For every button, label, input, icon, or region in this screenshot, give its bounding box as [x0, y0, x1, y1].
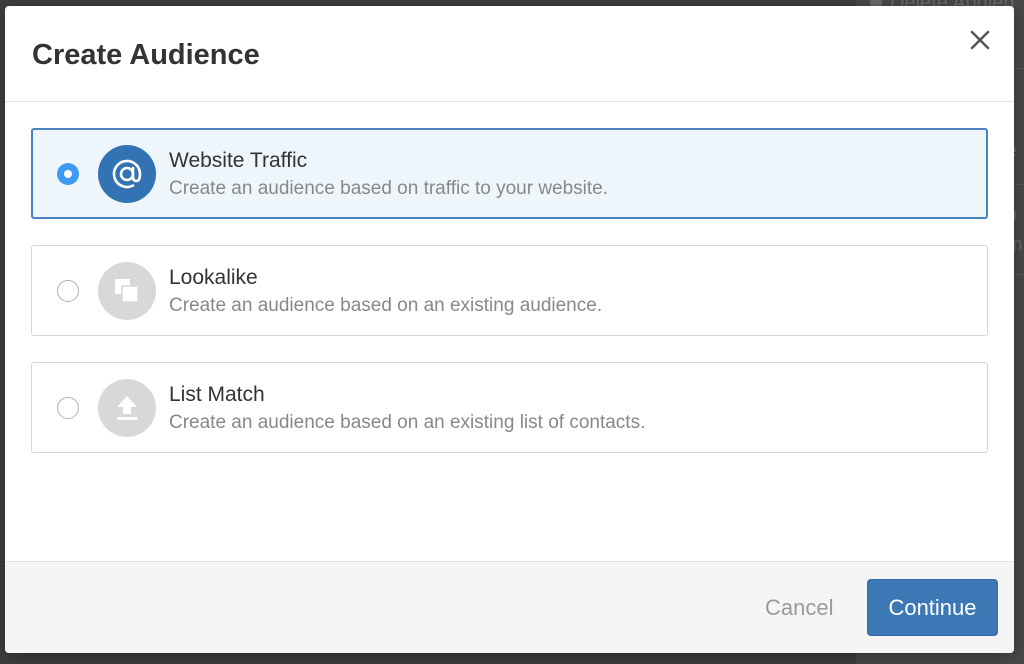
modal-header: Create Audience [5, 6, 1014, 102]
radio-lookalike[interactable] [57, 280, 79, 302]
option-list-match[interactable]: List Match Create an audience based on a… [31, 362, 988, 453]
create-audience-modal: Create Audience Website Traffic Create a… [5, 6, 1014, 653]
close-icon [970, 30, 990, 50]
option-description: Create an audience based on traffic to y… [169, 178, 609, 199]
option-website-traffic[interactable]: Website Traffic Create an audience based… [31, 128, 988, 219]
close-button[interactable] [968, 28, 992, 52]
overlapping-squares-icon [98, 262, 156, 320]
cancel-button[interactable]: Cancel [765, 595, 833, 621]
radio-website-traffic[interactable] [57, 163, 79, 185]
option-title: List Match [169, 383, 265, 406]
option-title: Website Traffic [169, 149, 308, 172]
radio-list-match[interactable] [57, 397, 79, 419]
option-lookalike[interactable]: Lookalike Create an audience based on an… [31, 245, 988, 336]
audience-options: Website Traffic Create an audience based… [31, 128, 988, 479]
option-description: Create an audience based on an existing … [169, 412, 646, 433]
modal-title: Create Audience [32, 39, 260, 71]
at-sign-icon [98, 145, 156, 203]
option-title: Lookalike [169, 266, 258, 289]
option-description: Create an audience based on an existing … [169, 295, 603, 316]
upload-icon [98, 379, 156, 437]
modal-footer: Cancel Continue [5, 561, 1014, 653]
continue-button[interactable]: Continue [867, 579, 998, 636]
